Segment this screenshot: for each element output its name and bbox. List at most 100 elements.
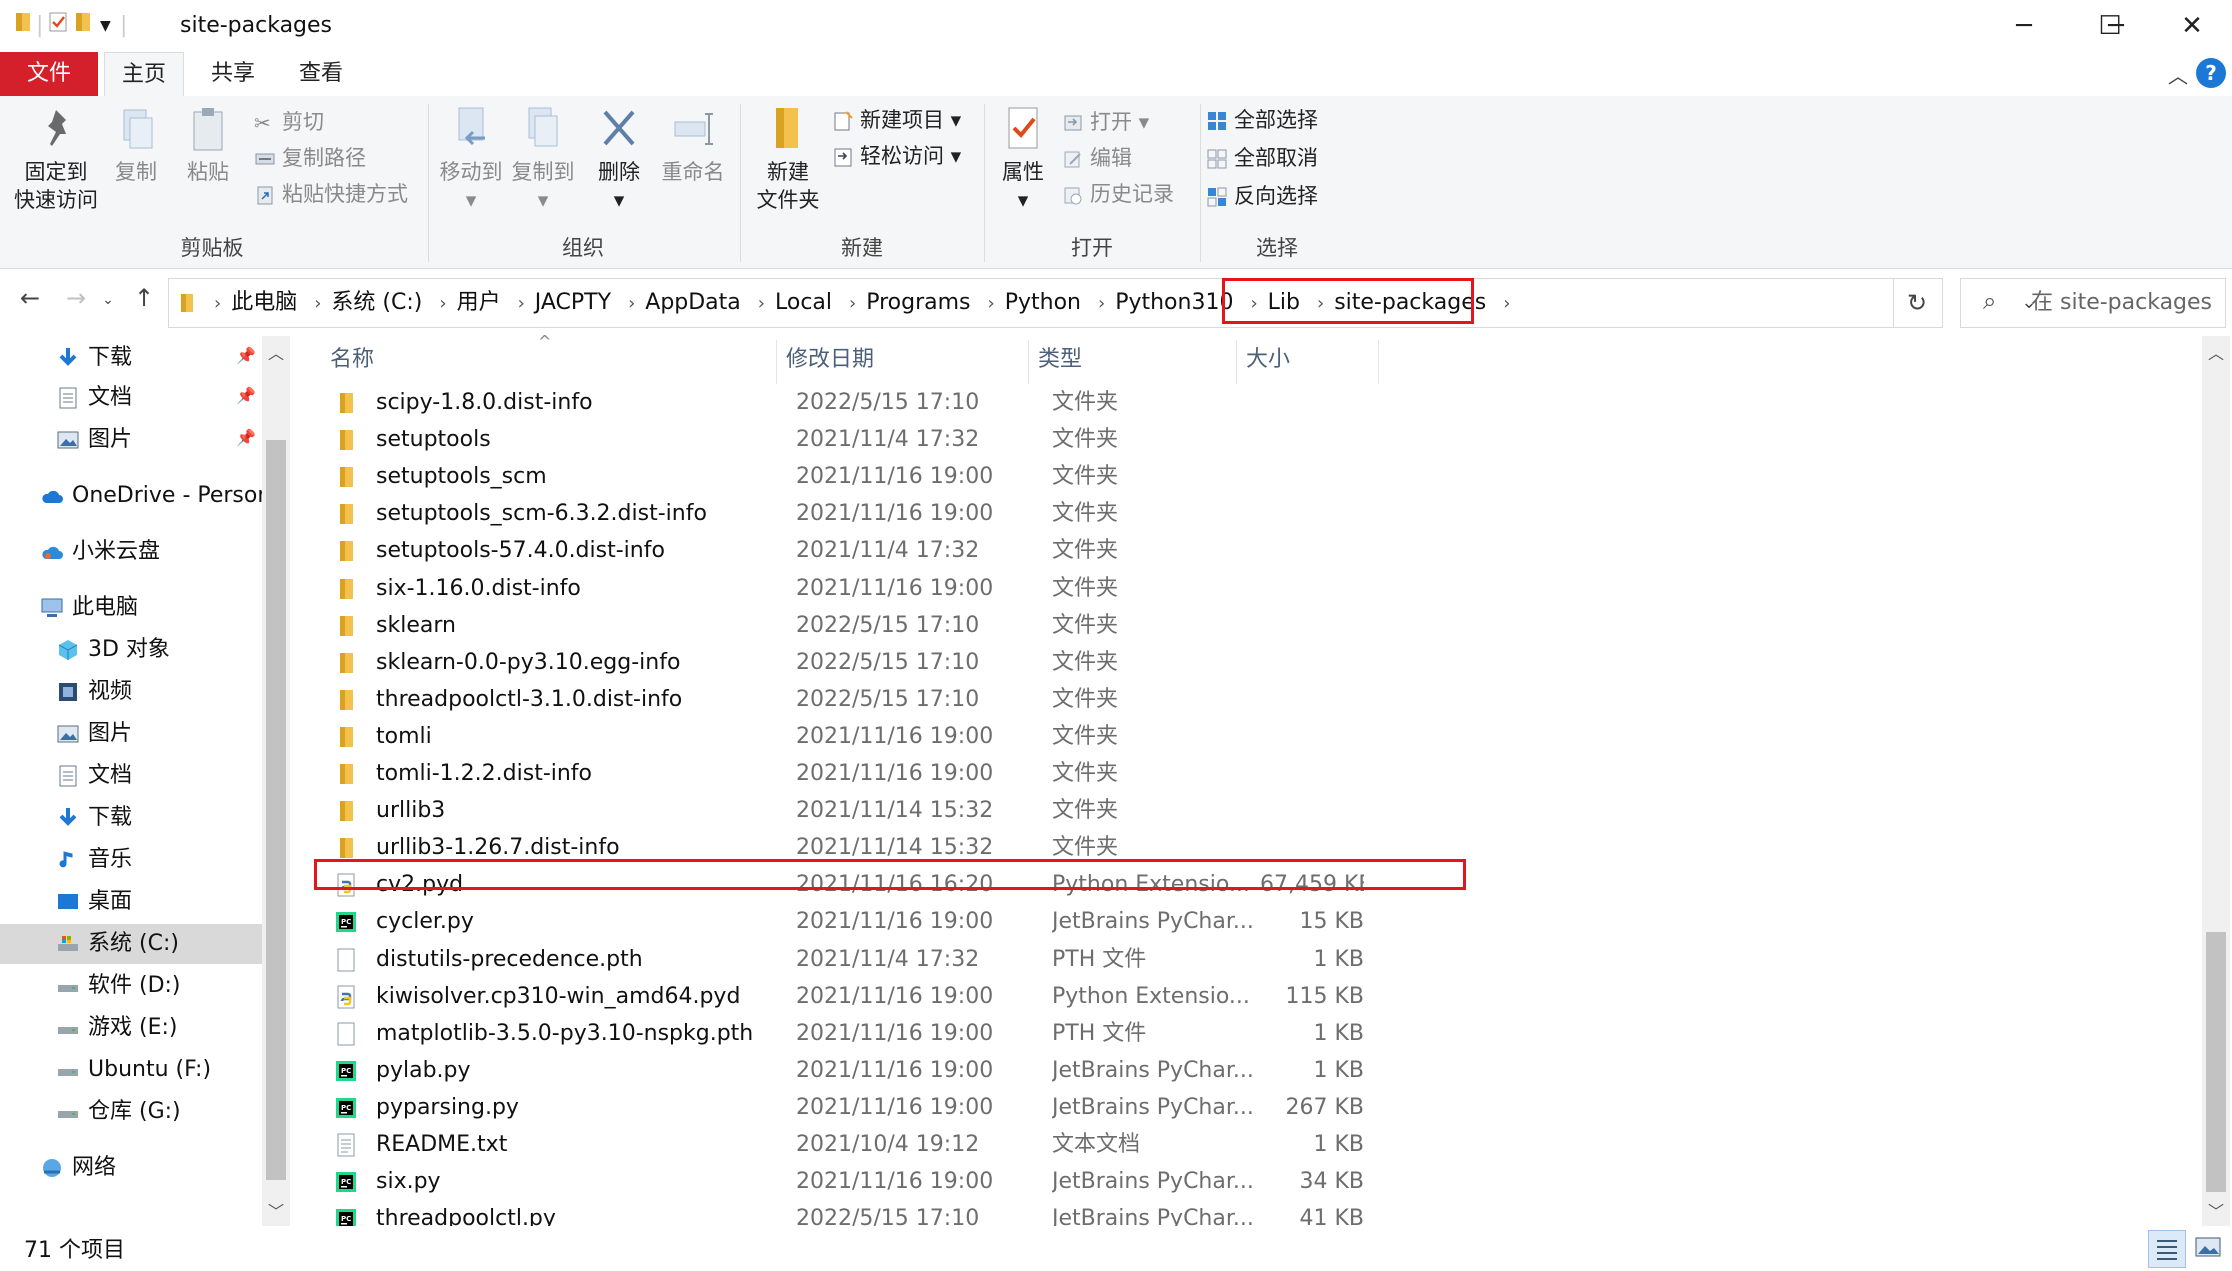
delete-button[interactable]: 删除 ▾ — [592, 104, 646, 214]
close-button[interactable]: ✕ — [2146, 0, 2232, 52]
file-row[interactable]: setuptools_scm 2021/11/16 19:00 文件夹 — [324, 458, 1764, 495]
nav-item-mi-cloud[interactable]: 小米云盘 — [0, 532, 262, 572]
nav-item-downloads-quick[interactable]: 下载 — [0, 338, 262, 378]
back-arrow-icon[interactable]: ← — [12, 284, 48, 312]
scroll-down-icon[interactable]: ﹀ — [262, 1198, 290, 1222]
file-row[interactable]: matplotlib-3.5.0-py3.10-nspkg.pth 2021/11… — [324, 1015, 1764, 1052]
file-row[interactable]: setuptools_scm-6.3.2.dist-info 2021/11/16… — [324, 495, 1764, 532]
nav-item-this-pc[interactable]: 此电脑 — [0, 588, 262, 628]
rename-button[interactable]: 重命名 — [658, 104, 728, 186]
collapse-ribbon-icon[interactable]: ︿ — [2168, 60, 2188, 89]
file-list-scrollbar[interactable]: ︿ ﹀ — [2202, 336, 2230, 1226]
new-folder-icon[interactable] — [74, 10, 94, 44]
file-row[interactable]: PC six.py 2021/11/16 19:00 JetBrains PyChar… — [324, 1163, 1764, 1200]
nav-item-desktop[interactable]: 桌面 — [0, 882, 262, 922]
help-icon[interactable]: ? — [2196, 58, 2226, 88]
tab-share[interactable]: 共享 — [196, 52, 270, 96]
file-row[interactable]: sklearn-0.0-py3.10.egg-info 2022/5/15 17:… — [324, 644, 1764, 681]
nav-item-pictures-quick[interactable]: 图片 — [0, 420, 262, 460]
file-row[interactable]: PC cycler.py 2021/11/16 19:00 JetBrains PyC… — [324, 903, 1764, 940]
properties-button[interactable]: 属性 ▾ — [992, 104, 1054, 214]
new-item-button[interactable]: 新建项目 ▾ — [832, 104, 961, 136]
breadcrumb-python[interactable]: Python — [999, 279, 1087, 327]
nav-item-pictures[interactable]: 图片 — [0, 714, 262, 754]
maximize-button[interactable]: ☐ — [2064, 0, 2156, 52]
scroll-down-icon[interactable]: ﹀ — [2202, 1198, 2230, 1222]
nav-item-downloads[interactable]: 下载 — [0, 798, 262, 838]
file-row[interactable]: sklearn 2022/5/15 17:10 文件夹 — [324, 607, 1764, 644]
nav-item-documents[interactable]: 文档 — [0, 756, 262, 796]
navigation-scroll-thumb[interactable] — [266, 440, 286, 1180]
breadcrumb-users[interactable]: 用户 — [451, 279, 507, 327]
nav-item-videos[interactable]: 视频 — [0, 672, 262, 712]
navigation-pane-scrollbar[interactable]: ︿ ﹀ — [262, 336, 290, 1226]
minimize-button[interactable]: ─ — [1978, 0, 2070, 52]
breadcrumb-appdata[interactable]: AppData — [639, 279, 747, 327]
column-type[interactable]: 类型 — [1038, 336, 1082, 384]
file-row[interactable]: kiwisolver.cp310-win_amd64.pyd 2021/11/16… — [324, 978, 1764, 1015]
breadcrumb-system-c[interactable]: 系统 (C:) — [325, 279, 428, 327]
file-row[interactable]: PC pyparsing.py 2021/11/16 19:00 JetBrains … — [324, 1089, 1764, 1126]
tab-file[interactable]: 文件 — [0, 52, 98, 96]
paste-button[interactable]: 粘贴 — [180, 104, 236, 186]
large-icons-view-icon[interactable] — [2190, 1230, 2226, 1266]
breadcrumb-python310[interactable]: Python310 — [1109, 279, 1239, 327]
column-date[interactable]: 修改日期 — [786, 336, 874, 384]
search-input[interactable] — [2031, 279, 2221, 325]
nav-item-3d-objects[interactable]: 3D 对象 — [0, 630, 262, 670]
nav-item-music[interactable]: 音乐 — [0, 840, 262, 880]
details-view-icon[interactable] — [2148, 1230, 2186, 1268]
file-row[interactable]: PC pylab.py 2021/11/16 19:00 JetBrains PyCh… — [324, 1052, 1764, 1089]
breadcrumb-programs[interactable]: Programs — [860, 279, 976, 327]
tab-view[interactable]: 查看 — [284, 52, 358, 96]
up-arrow-icon[interactable]: ↑ — [126, 284, 162, 312]
scroll-up-icon[interactable]: ︿ — [2202, 340, 2230, 364]
forward-arrow-icon[interactable]: → — [58, 284, 94, 312]
new-folder-button[interactable]: 新建 文件夹 — [748, 104, 828, 214]
tab-home[interactable]: 主页 — [104, 52, 184, 97]
nav-item-software-d[interactable]: 软件 (D:) — [0, 966, 262, 1006]
copy-to-button[interactable]: 复制到▾ — [508, 104, 578, 214]
select-all-button[interactable]: 全部选择 — [1206, 104, 1318, 136]
file-row[interactable]: six-1.16.0.dist-info 2021/11/16 19:00 文件夹 — [324, 570, 1764, 607]
copy-button[interactable]: 复制 — [108, 104, 164, 186]
properties-check-icon[interactable] — [48, 10, 68, 44]
open-button[interactable]: 打开 ▾ — [1062, 106, 1149, 138]
pin-quick-access-button[interactable]: 固定到 快速访问 — [10, 104, 102, 214]
easy-access-button[interactable]: 轻松访问 ▾ — [832, 140, 961, 172]
nav-item-warehouse-g[interactable]: 仓库 (G:) — [0, 1092, 262, 1132]
cut-button[interactable]: ✂ 剪切 — [254, 106, 324, 138]
file-row[interactable]: setuptools-57.4.0.dist-info 2021/11/4 17:… — [324, 532, 1764, 569]
file-row[interactable]: README.txt 2021/10/4 19:12 文本文档 1 KB — [324, 1126, 1764, 1163]
customize-toolbar-dropdown-icon[interactable]: ▼ — [100, 10, 111, 42]
file-row[interactable]: urllib3 2021/11/14 15:32 文件夹 — [324, 792, 1764, 829]
nav-item-network[interactable]: 网络 — [0, 1148, 262, 1188]
nav-item-system-c[interactable]: 系统 (C:) — [0, 924, 262, 964]
column-size[interactable]: 大小 — [1246, 336, 1290, 384]
breadcrumb-jacpty[interactable]: JACPTY — [529, 279, 617, 327]
file-row[interactable]: setuptools 2021/11/4 17:32 文件夹 — [324, 421, 1764, 458]
nav-item-ubuntu-f[interactable]: Ubuntu (F:) — [0, 1050, 262, 1090]
invert-selection-button[interactable]: 反向选择 — [1206, 180, 1318, 212]
nav-item-documents-quick[interactable]: 文档 — [0, 378, 262, 418]
nav-item-games-e[interactable]: 游戏 (E:) — [0, 1008, 262, 1048]
column-name[interactable]: 名称 — [330, 336, 374, 384]
scroll-up-icon[interactable]: ︿ — [262, 340, 290, 364]
file-row[interactable]: threadpoolctl-3.1.0.dist-info 2022/5/15 1… — [324, 681, 1764, 718]
file-row[interactable]: scipy-1.8.0.dist-info 2022/5/15 17:10 文件夹 — [324, 384, 1764, 421]
recent-locations-dropdown-icon[interactable]: ⌄ — [98, 292, 118, 308]
file-list-scroll-thumb[interactable] — [2206, 932, 2226, 1192]
paste-shortcut-button[interactable]: 粘贴快捷方式 — [254, 178, 408, 210]
breadcrumb-local[interactable]: Local — [769, 279, 838, 327]
select-none-button[interactable]: 全部取消 — [1206, 142, 1318, 174]
history-button[interactable]: 历史记录 — [1062, 178, 1174, 210]
refresh-icon[interactable]: ↻ — [1892, 278, 1943, 328]
copy-path-button[interactable]: 复制路径 — [254, 142, 366, 174]
file-row[interactable]: tomli 2021/11/16 19:00 文件夹 — [324, 718, 1764, 755]
nav-item-onedrive[interactable]: OneDrive - Person — [0, 476, 262, 516]
address-bar[interactable]: › 此电脑 › 系统 (C:) › 用户 › JACPTY › AppData › Loca… — [168, 278, 2037, 328]
file-row[interactable]: tomli-1.2.2.dist-info 2021/11/16 19:00 文件夹 — [324, 755, 1764, 792]
breadcrumb-this-pc[interactable]: 此电脑 — [225, 279, 303, 327]
edit-button[interactable]: 编辑 — [1062, 142, 1132, 174]
move-to-button[interactable]: 移动到▾ — [436, 104, 506, 214]
